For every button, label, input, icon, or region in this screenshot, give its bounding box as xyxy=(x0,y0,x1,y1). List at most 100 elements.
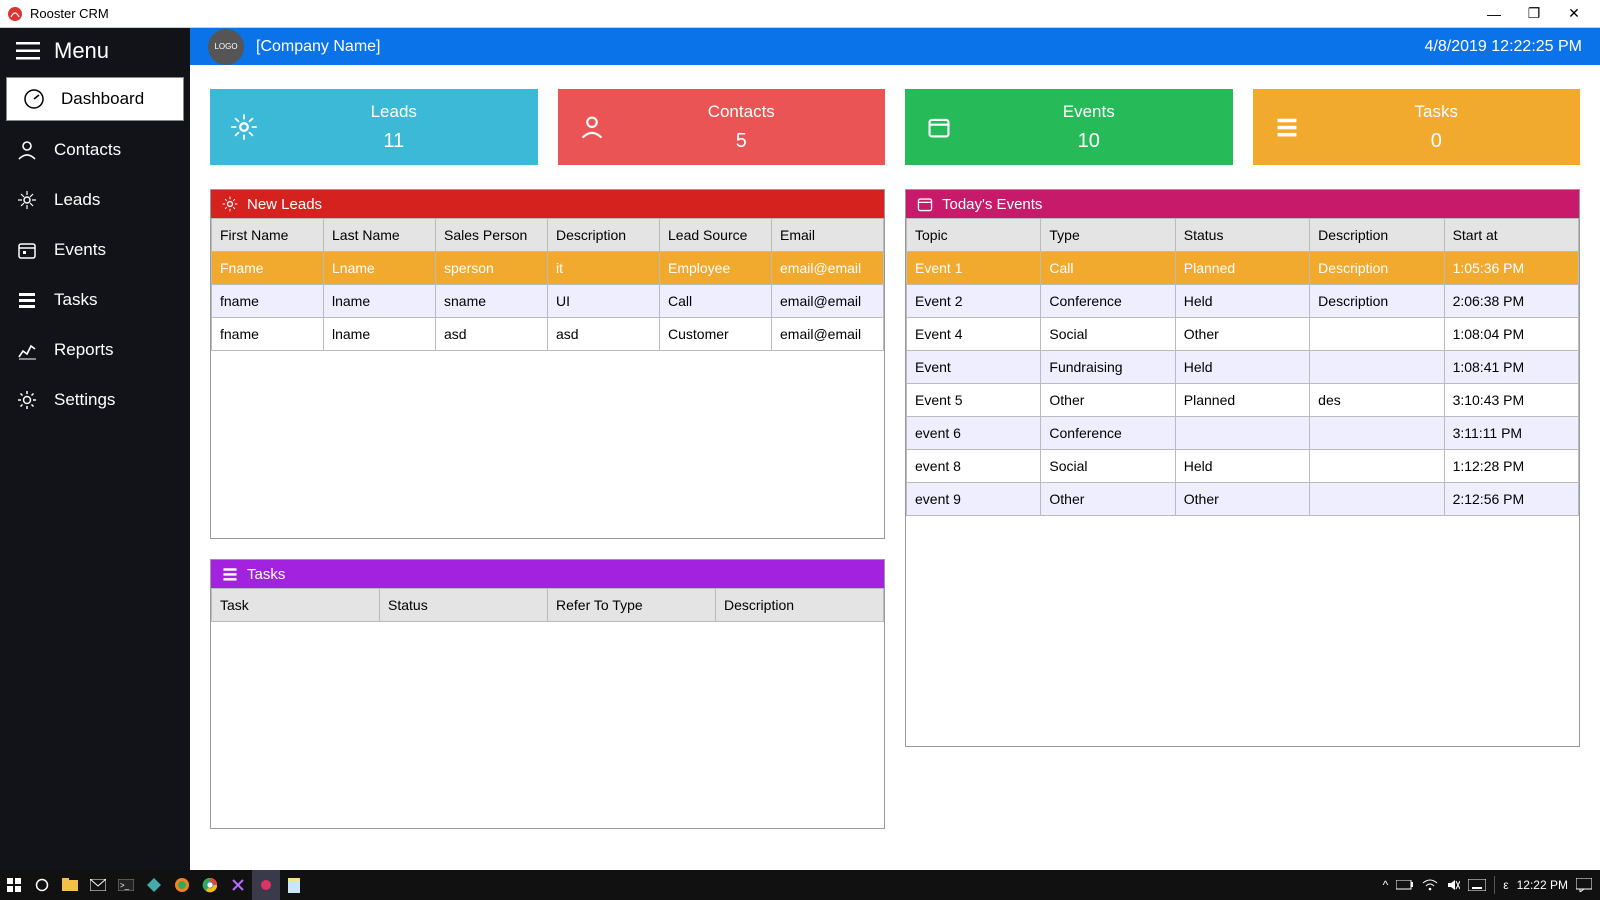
table-cell: UI xyxy=(548,285,660,318)
column-header[interactable]: Task xyxy=(212,589,380,622)
table-cell: Customer xyxy=(660,318,772,351)
card-events[interactable]: Events10 xyxy=(905,89,1233,165)
table-cell: Planned xyxy=(1175,252,1309,285)
table-cell: email@email xyxy=(772,252,884,285)
sidebar-item-dashboard[interactable]: Dashboard xyxy=(6,77,184,121)
table-cell: asd xyxy=(436,318,548,351)
column-header[interactable]: Description xyxy=(548,219,660,252)
table-row[interactable]: event 9OtherOther2:12:56 PM xyxy=(907,483,1579,516)
table-cell: 1:08:41 PM xyxy=(1444,351,1578,384)
column-header[interactable]: Description xyxy=(1310,219,1444,252)
sidebar-item-contacts[interactable]: Contacts xyxy=(0,125,190,175)
app2-icon[interactable] xyxy=(252,870,280,900)
card-contacts[interactable]: Contacts5 xyxy=(558,89,886,165)
sidebar-item-settings[interactable]: Settings xyxy=(0,375,190,425)
cortana-icon[interactable] xyxy=(28,870,56,900)
table-cell: Description xyxy=(1310,285,1444,318)
table-cell: Social xyxy=(1041,450,1175,483)
panel-header-events: Today's Events xyxy=(906,190,1579,218)
table-cell: 1:05:36 PM xyxy=(1444,252,1578,285)
column-header[interactable]: First Name xyxy=(212,219,324,252)
notifications-icon[interactable] xyxy=(1576,878,1592,892)
card-label: Events xyxy=(959,102,1219,122)
wifi-icon[interactable] xyxy=(1422,879,1438,891)
taskbar-clock[interactable]: 12:22 PM xyxy=(1517,878,1568,892)
hamburger-icon[interactable] xyxy=(16,42,40,60)
battery-icon[interactable] xyxy=(1396,880,1414,890)
tasks-icon xyxy=(1267,114,1307,140)
vs-icon[interactable] xyxy=(224,870,252,900)
start-button[interactable] xyxy=(0,870,28,900)
keyboard-icon[interactable] xyxy=(1468,879,1486,891)
contacts-icon xyxy=(572,114,612,140)
sidebar-item-reports[interactable]: Reports xyxy=(0,325,190,375)
column-header[interactable]: Description xyxy=(716,589,884,622)
table-row[interactable]: Event 2ConferenceHeldDescription2:06:38 … xyxy=(907,285,1579,318)
firefox-icon[interactable] xyxy=(168,870,196,900)
column-header[interactable]: Status xyxy=(380,589,548,622)
column-header[interactable]: Topic xyxy=(907,219,1041,252)
leads-table[interactable]: First NameLast NameSales PersonDescripti… xyxy=(211,218,884,351)
panel-header-tasks: Tasks xyxy=(211,560,884,588)
card-leads[interactable]: Leads11 xyxy=(210,89,538,165)
table-cell: Event 1 xyxy=(907,252,1041,285)
table-cell: des xyxy=(1310,384,1444,417)
tasks-table[interactable]: TaskStatusRefer To TypeDescription xyxy=(211,588,884,622)
terminal-icon[interactable]: >_ xyxy=(112,870,140,900)
sidebar-item-label: Contacts xyxy=(54,140,121,160)
panel-title: New Leads xyxy=(247,196,322,213)
table-cell: event 8 xyxy=(907,450,1041,483)
minimize-button[interactable]: — xyxy=(1474,2,1514,26)
table-row[interactable]: FnameLnamespersonitEmployeeemail@email xyxy=(212,252,884,285)
menu-label: Menu xyxy=(54,38,109,64)
explorer-icon[interactable] xyxy=(56,870,84,900)
events-table[interactable]: TopicTypeStatusDescriptionStart atEvent … xyxy=(906,218,1579,516)
system-tray[interactable]: ^ ε 12:22 PM xyxy=(1375,876,1600,894)
table-row[interactable]: Event 1CallPlannedDescription1:05:36 PM xyxy=(907,252,1579,285)
column-header[interactable]: Type xyxy=(1041,219,1175,252)
table-row[interactable]: Event 5OtherPlanneddes3:10:43 PM xyxy=(907,384,1579,417)
window-title: Rooster CRM xyxy=(30,6,109,21)
table-row[interactable]: fnamelnamesnameUICallemail@email xyxy=(212,285,884,318)
tray-expand-icon[interactable]: ^ xyxy=(1383,878,1389,892)
column-header[interactable]: Email xyxy=(772,219,884,252)
card-label: Contacts xyxy=(612,102,872,122)
table-cell xyxy=(1310,417,1444,450)
sidebar-item-label: Settings xyxy=(54,390,115,410)
table-cell: sname xyxy=(436,285,548,318)
table-row[interactable]: EventFundraisingHeld1:08:41 PM xyxy=(907,351,1579,384)
maximize-button[interactable]: ❐ xyxy=(1514,1,1554,26)
sidebar-item-tasks[interactable]: Tasks xyxy=(0,275,190,325)
table-row[interactable]: fnamelnameasdasdCustomeremail@email xyxy=(212,318,884,351)
notepad-icon[interactable] xyxy=(280,870,308,900)
column-header[interactable]: Refer To Type xyxy=(548,589,716,622)
table-row[interactable]: event 8SocialHeld1:12:28 PM xyxy=(907,450,1579,483)
mail-icon[interactable] xyxy=(84,870,112,900)
column-header[interactable]: Last Name xyxy=(324,219,436,252)
chrome-icon[interactable] xyxy=(196,870,224,900)
sidebar-item-leads[interactable]: Leads xyxy=(0,175,190,225)
column-header[interactable]: Sales Person xyxy=(436,219,548,252)
windows-taskbar[interactable]: >_ ^ ε 12:22 PM xyxy=(0,870,1600,900)
table-cell: 2:12:56 PM xyxy=(1444,483,1578,516)
language-indicator[interactable]: ε xyxy=(1503,878,1508,892)
volume-icon[interactable] xyxy=(1446,878,1460,892)
column-header[interactable]: Start at xyxy=(1444,219,1578,252)
close-button[interactable]: ✕ xyxy=(1554,1,1594,26)
app-icon[interactable] xyxy=(140,870,168,900)
events-icon xyxy=(16,239,38,261)
column-header[interactable]: Status xyxy=(1175,219,1309,252)
table-row[interactable]: Event 4SocialOther1:08:04 PM xyxy=(907,318,1579,351)
table-cell: Other xyxy=(1041,483,1175,516)
leads-icon xyxy=(224,113,264,141)
sidebar-item-events[interactable]: Events xyxy=(0,225,190,275)
reports-icon xyxy=(16,339,38,361)
card-tasks[interactable]: Tasks0 xyxy=(1253,89,1581,165)
leads-icon xyxy=(221,195,239,213)
card-label: Tasks xyxy=(1307,102,1567,122)
table-cell: Other xyxy=(1041,384,1175,417)
sidebar-item-label: Dashboard xyxy=(61,89,144,109)
table-row[interactable]: event 6Conference3:11:11 PM xyxy=(907,417,1579,450)
column-header[interactable]: Lead Source xyxy=(660,219,772,252)
table-cell: Other xyxy=(1175,318,1309,351)
